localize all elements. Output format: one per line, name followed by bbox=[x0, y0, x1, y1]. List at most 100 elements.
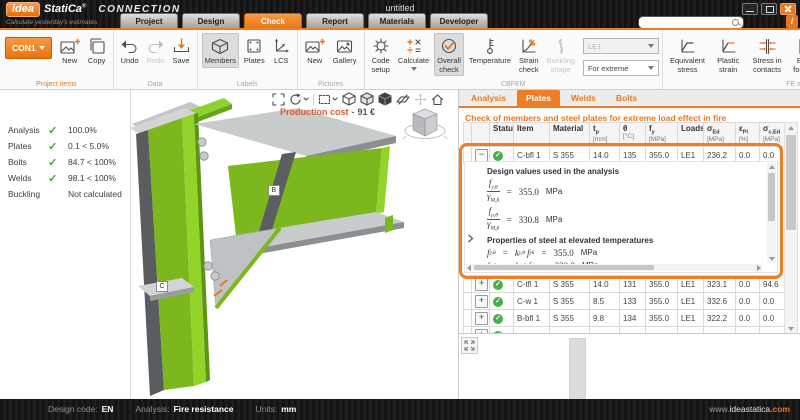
copy-icon bbox=[88, 35, 106, 57]
expander-cell: + bbox=[472, 310, 490, 327]
nav-tab-developer[interactable]: Developer bbox=[430, 13, 488, 29]
member-label-b: B bbox=[268, 185, 280, 196]
group-label: Pictures bbox=[298, 81, 364, 88]
navigation-cube[interactable] bbox=[402, 103, 448, 154]
fit-panel-button[interactable] bbox=[461, 337, 478, 354]
undo-button[interactable]: Undo bbox=[118, 33, 142, 68]
table-row: +✓B-bfl 1S 3559.8134355.0LE1322.20.00.0 bbox=[464, 310, 790, 327]
buckling-shape-button: Buckling shape bbox=[544, 33, 578, 76]
save-button[interactable]: Save bbox=[170, 33, 193, 68]
cell: 322.2 bbox=[704, 310, 736, 327]
results-tab-analysis[interactable]: Analysis bbox=[462, 90, 515, 106]
extreme-filter-select[interactable]: For extreme bbox=[583, 60, 659, 76]
cell: S 355 bbox=[550, 310, 590, 327]
status-bar: Design code:ENAnalysis:Fire resistanceUn… bbox=[0, 399, 800, 420]
overall-check-button[interactable]: Overall check bbox=[434, 33, 464, 76]
calculate-button[interactable]: Calculate bbox=[395, 33, 432, 73]
status-item: Analysis:Fire resistance bbox=[135, 404, 233, 414]
summary-row-analysis: Analysis✓100.0% bbox=[8, 122, 128, 138]
wireframe-view-icon[interactable] bbox=[342, 92, 356, 106]
panel-splitter[interactable] bbox=[569, 338, 586, 400]
select-mode-icon[interactable] bbox=[318, 93, 338, 106]
plates-table-top: StatusItemMaterialtp[mm]θ[°C]fy[MPa]Load… bbox=[463, 122, 789, 164]
new-picture-button[interactable]: New bbox=[302, 33, 328, 68]
redo-icon bbox=[147, 35, 164, 57]
save-icon bbox=[173, 35, 190, 57]
rotate-view-icon[interactable] bbox=[289, 93, 309, 106]
summary-row-buckling: BucklingNot calculated bbox=[8, 186, 128, 202]
results-tab-bolts[interactable]: Bolts bbox=[607, 90, 646, 106]
check-pass-icon: ✓ bbox=[48, 156, 68, 169]
solid-view-icon[interactable] bbox=[378, 92, 392, 106]
strain-check-button[interactable]: Strain check bbox=[516, 33, 542, 76]
fit-view-icon[interactable] bbox=[272, 93, 285, 106]
summary-label: Bolts bbox=[8, 157, 48, 167]
buckling-shape-icon bbox=[554, 35, 568, 57]
plates-icon bbox=[246, 35, 262, 57]
ribbon-group-cbfem: Code setup Calculate Overall check Tempe… bbox=[365, 30, 663, 89]
nav-tab-design[interactable]: Design bbox=[182, 13, 240, 29]
minimize-button[interactable] bbox=[742, 3, 758, 15]
code-setup-button[interactable]: Code setup bbox=[369, 33, 393, 76]
results-panel: AnalysisPlatesWeldsBolts Check of member… bbox=[458, 90, 800, 399]
cell: 8.5 bbox=[590, 293, 620, 310]
maximize-button[interactable] bbox=[761, 3, 777, 15]
expand-row-button[interactable]: + bbox=[475, 278, 488, 291]
expand-row-button[interactable]: + bbox=[475, 295, 488, 308]
nav-tab-project[interactable]: Project bbox=[120, 13, 178, 29]
cell: 0.0 bbox=[736, 293, 760, 310]
bolt-forces-button[interactable]: Bolt forces bbox=[788, 33, 800, 76]
formula-fp-design: fp,θγM,fi = 330.8 MPa bbox=[487, 207, 763, 232]
column-header: Material bbox=[550, 123, 590, 147]
cell: 9.8 bbox=[590, 310, 620, 327]
stress-in-contacts-icon bbox=[759, 35, 776, 57]
detail-vertical-scrollbar[interactable] bbox=[767, 163, 776, 263]
detail-horizontal-scrollbar[interactable] bbox=[466, 264, 762, 271]
header-unit: [%] bbox=[739, 136, 759, 143]
summary-label: Plates bbox=[8, 141, 48, 151]
nav-tab-report[interactable]: Report bbox=[306, 13, 364, 29]
column-header: tp[mm] bbox=[590, 123, 620, 147]
close-button[interactable] bbox=[780, 3, 796, 15]
column-header: Loads bbox=[678, 123, 704, 147]
expand-row-button[interactable]: − bbox=[475, 149, 488, 162]
connection-selector[interactable]: CON1 bbox=[5, 37, 52, 59]
plastic-strain-button[interactable]: Plastic strain bbox=[710, 33, 746, 76]
status-label: Design code: bbox=[48, 404, 98, 414]
summary-panel: Analysis✓100.0%Plates✓0.1 < 5.0%Bolts✓84… bbox=[0, 90, 131, 399]
plates-labels-button[interactable]: LCS Plates bbox=[241, 33, 268, 68]
detail-expand-icon[interactable] bbox=[467, 230, 474, 248]
cell: 0.0 bbox=[736, 276, 760, 293]
members-labels-button[interactable]: Members bbox=[202, 33, 239, 68]
gallery-button[interactable]: Gallery bbox=[330, 33, 360, 68]
summary-label: Analysis bbox=[8, 125, 48, 135]
cell: 323.1 bbox=[704, 276, 736, 293]
group-label: CBFEM bbox=[365, 81, 662, 88]
table-scrollbar[interactable] bbox=[784, 122, 798, 335]
viewport-3d[interactable]: Production cost-91 € bbox=[130, 90, 458, 399]
expand-row-button[interactable]: + bbox=[475, 312, 488, 325]
stress-in-contacts-button[interactable]: Stress in contacts bbox=[748, 33, 785, 76]
nav-tab-check[interactable]: Check bbox=[244, 13, 302, 29]
results-tab-welds[interactable]: Welds bbox=[562, 90, 605, 106]
results-tab-plates[interactable]: Plates bbox=[517, 90, 560, 106]
nav-tab-materials[interactable]: Materials bbox=[368, 13, 426, 29]
cell: LE1 bbox=[678, 293, 704, 310]
temperature-button[interactable]: Temperature bbox=[466, 33, 514, 68]
website-link[interactable]: www.ideastatica.com bbox=[709, 404, 790, 414]
new-item-button[interactable]: New bbox=[57, 33, 83, 68]
summary-label: Welds bbox=[8, 173, 48, 183]
status-cell: ✓ bbox=[490, 293, 514, 310]
shaded-view-icon[interactable] bbox=[360, 92, 374, 106]
copy-item-button[interactable]: Copy bbox=[85, 33, 109, 68]
formula-fy-elevated: fy,θ = ky,θ fyk = 355.0 MPa bbox=[487, 248, 763, 258]
toolbar-divider bbox=[313, 94, 314, 105]
info-button[interactable]: i bbox=[786, 15, 798, 28]
column-header bbox=[472, 123, 490, 147]
lcs-labels-button[interactable]: LCS bbox=[270, 33, 293, 68]
cell: S 355 bbox=[550, 276, 590, 293]
search-input[interactable] bbox=[639, 17, 742, 28]
column-header bbox=[464, 123, 472, 147]
equivalent-stress-button[interactable]: Equivalent stress bbox=[667, 33, 708, 76]
summary-value: 0.1 < 5.0% bbox=[68, 141, 109, 151]
